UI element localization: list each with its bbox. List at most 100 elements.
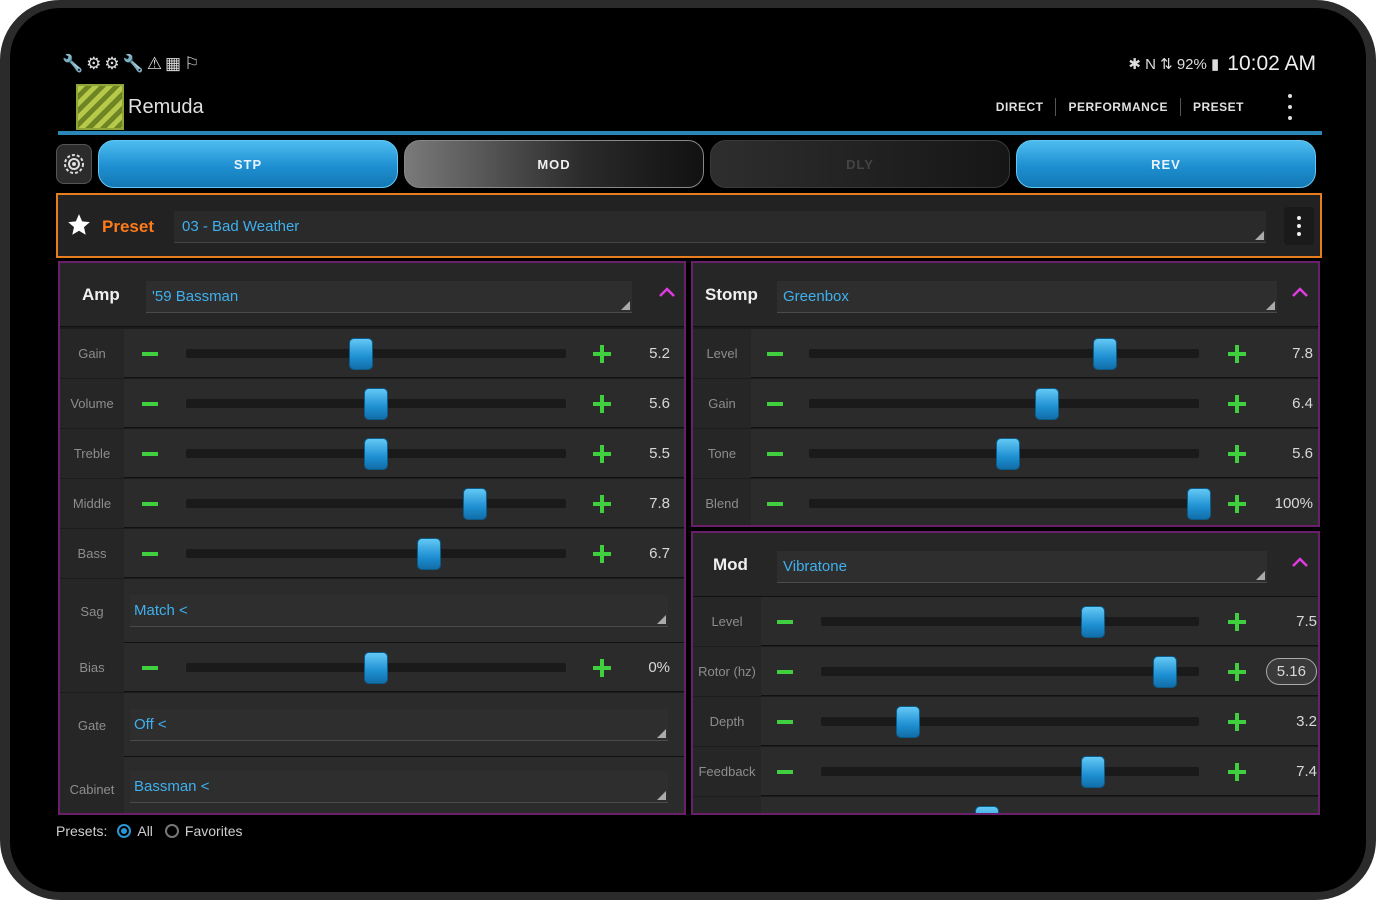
decrement-button[interactable] — [134, 379, 166, 428]
slider-thumb[interactable] — [364, 388, 388, 420]
param-label: Blend — [693, 479, 751, 525]
increment-button[interactable] — [586, 429, 618, 478]
menu-direct[interactable]: DIRECT — [984, 98, 1056, 116]
decrement-button[interactable] — [759, 329, 791, 378]
slider-thumb[interactable] — [1187, 488, 1211, 520]
param-value-text: 7.5 — [1296, 613, 1317, 630]
collapse-caret-icon[interactable] — [658, 285, 676, 299]
decrement-button[interactable] — [759, 429, 791, 478]
minus-icon — [777, 669, 793, 674]
increment-button[interactable] — [586, 643, 618, 692]
slider-thumb[interactable] — [995, 438, 1020, 470]
param-label: Cabinet — [60, 757, 124, 813]
tab-rev[interactable]: REV — [1016, 140, 1316, 188]
slider-track[interactable] — [821, 706, 1199, 738]
minus-icon — [142, 501, 158, 506]
slider-track[interactable] — [186, 338, 566, 370]
decrement-button[interactable] — [769, 797, 801, 813]
preset-select[interactable]: 03 - Bad Weather — [174, 211, 1266, 243]
increment-button[interactable] — [586, 329, 618, 378]
slider-thumb[interactable] — [417, 538, 442, 570]
star-icon[interactable] — [66, 212, 92, 238]
slider-track[interactable] — [809, 338, 1199, 370]
app-logo-icon — [76, 84, 124, 130]
app-title: Remuda — [128, 96, 204, 118]
preset-overflow-icon[interactable] — [1284, 207, 1314, 245]
amp-model-select[interactable]: '59 Bassman — [146, 281, 632, 313]
decrement-button[interactable] — [759, 479, 791, 525]
param-label: Rotor (hz) — [693, 647, 761, 696]
slider-thumb[interactable] — [975, 806, 1000, 813]
slider-track[interactable] — [821, 756, 1199, 788]
slider-track[interactable] — [809, 438, 1199, 470]
collapse-caret-icon[interactable] — [1291, 555, 1309, 569]
collapse-caret-icon[interactable] — [1291, 285, 1309, 299]
dropdown-corner-icon — [657, 729, 666, 738]
param-value-text: 6.7 — [649, 545, 670, 562]
radio-all[interactable] — [117, 824, 132, 838]
decrement-button[interactable] — [134, 329, 166, 378]
slider-thumb[interactable] — [1081, 756, 1106, 788]
tab-dly[interactable]: DLY — [710, 140, 1010, 188]
settings-button[interactable] — [56, 144, 92, 184]
increment-button[interactable] — [1221, 429, 1253, 478]
slider-track[interactable] — [186, 488, 566, 520]
radio-favorites[interactable] — [164, 824, 179, 838]
param-value-text: 5.2 — [649, 345, 670, 362]
slider-thumb[interactable] — [895, 706, 920, 738]
slider-track[interactable] — [809, 388, 1199, 420]
menu-preset[interactable]: PRESET — [1179, 98, 1256, 116]
plus-icon — [1228, 444, 1246, 463]
param-value[interactable]: 5.16 — [1249, 647, 1317, 696]
stomp-header: Stomp Greenbox — [693, 263, 1318, 327]
stomp-model-name: Greenbox — [783, 288, 849, 305]
decrement-button[interactable] — [769, 647, 801, 696]
param-select[interactable]: Bassman < — [130, 771, 668, 803]
param-select[interactable]: Off < — [130, 709, 668, 741]
tab-stp[interactable]: STP — [98, 140, 398, 188]
decrement-button[interactable] — [134, 429, 166, 478]
slider-track[interactable] — [186, 538, 566, 570]
slider-track[interactable] — [186, 652, 566, 684]
increment-button[interactable] — [1221, 379, 1253, 428]
slider-track[interactable] — [809, 488, 1211, 520]
decrement-button[interactable] — [759, 379, 791, 428]
increment-button[interactable] — [586, 529, 618, 578]
increment-button[interactable] — [1221, 329, 1253, 378]
slider-thumb[interactable] — [364, 652, 388, 684]
increment-button[interactable] — [586, 479, 618, 528]
decrement-button[interactable] — [134, 643, 166, 692]
slider-track[interactable] — [821, 656, 1199, 688]
slider-thumb[interactable] — [1081, 606, 1106, 638]
menu-performance[interactable]: PERFORMANCE — [1055, 98, 1180, 116]
slider-track[interactable] — [186, 388, 566, 420]
decrement-button[interactable] — [769, 697, 801, 746]
stomp-model-select[interactable]: Greenbox — [777, 281, 1277, 313]
increment-button[interactable] — [586, 379, 618, 428]
slider-thumb[interactable] — [364, 438, 388, 470]
param-select[interactable]: Match < — [130, 595, 668, 627]
param-label: Middle — [60, 479, 124, 528]
slider-thumb[interactable] — [1034, 388, 1059, 420]
slider-thumb[interactable] — [1152, 656, 1177, 688]
slider-thumb[interactable] — [348, 338, 373, 370]
decrement-button[interactable] — [134, 529, 166, 578]
param-label: Bass — [60, 529, 124, 578]
tab-mod[interactable]: MOD — [404, 140, 704, 188]
decrement-button[interactable] — [134, 479, 166, 528]
param-value-text: 5.16 — [1265, 658, 1317, 685]
preset-name: 03 - Bad Weather — [182, 218, 300, 235]
plus-icon — [593, 444, 611, 463]
overflow-menu-icon[interactable] — [1288, 94, 1294, 120]
mod-header: Mod Vibratone — [693, 533, 1318, 597]
minus-icon — [142, 351, 158, 356]
plus-icon — [1228, 762, 1246, 781]
slider-track[interactable] — [186, 438, 566, 470]
decrement-button[interactable] — [769, 747, 801, 796]
increment-button[interactable] — [1221, 479, 1253, 525]
decrement-button[interactable] — [769, 597, 801, 646]
slider-thumb[interactable] — [462, 488, 487, 520]
mod-model-select[interactable]: Vibratone — [777, 551, 1267, 583]
slider-track[interactable] — [821, 606, 1199, 638]
slider-thumb[interactable] — [1093, 338, 1118, 370]
